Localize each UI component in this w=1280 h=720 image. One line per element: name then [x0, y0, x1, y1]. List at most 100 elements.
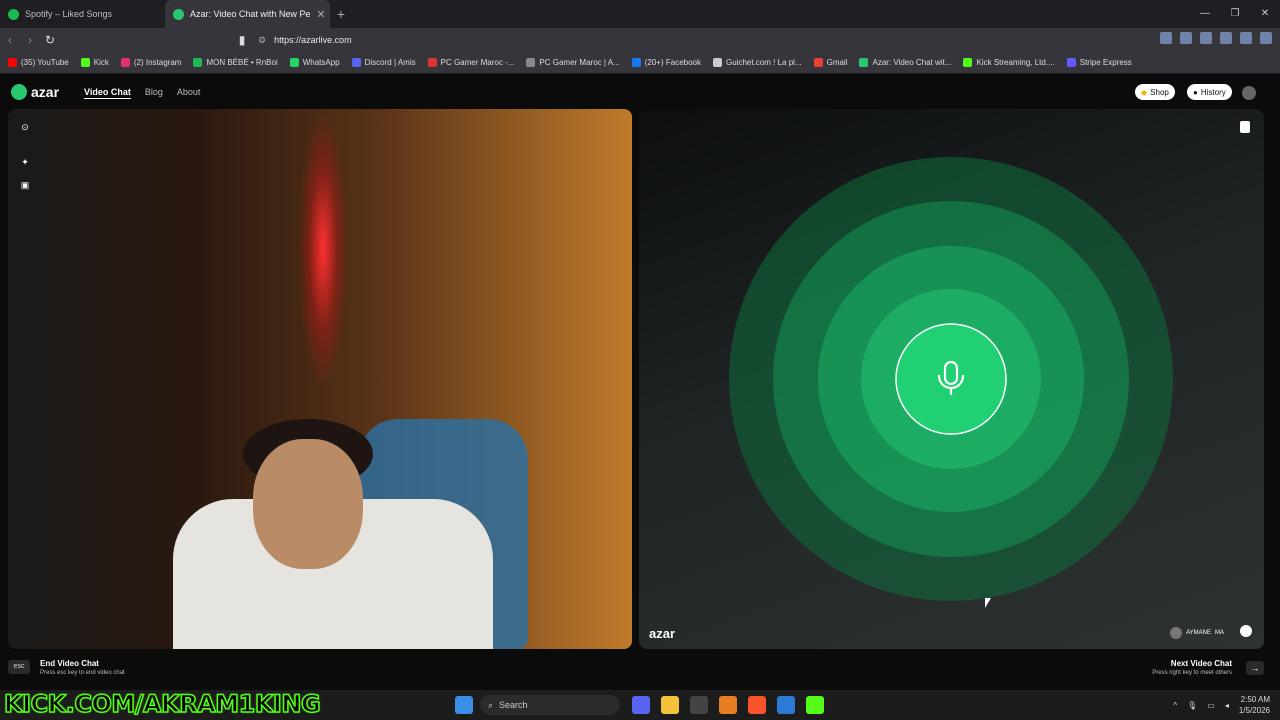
bookmark-favicon-icon [289, 58, 299, 67]
esc-key-button[interactable]: esc [8, 660, 30, 674]
bookmark-item[interactable]: PC Gamer Maroc -... [427, 58, 514, 67]
nav-about[interactable]: About [177, 87, 201, 97]
bookmark-item[interactable]: MON BÉBÉ • RnBoi [193, 58, 278, 67]
close-window-button[interactable]: ✕ [1250, 0, 1280, 28]
bookmark-item[interactable]: Gmail [813, 58, 847, 67]
nav-blog[interactable]: Blog [145, 87, 163, 97]
site-nav: Video Chat Blog About [84, 87, 200, 97]
sidebar-icon[interactable] [1220, 32, 1232, 44]
explorer-app-icon[interactable] [661, 696, 679, 714]
gem-icon: ◆ [1141, 87, 1148, 97]
camera-switch-icon[interactable]: ⊙ [20, 122, 30, 132]
reload-button[interactable]: ↻ [40, 33, 60, 47]
bookmark-icon[interactable]: ▮ [232, 33, 252, 47]
bookmark-favicon-icon [427, 58, 437, 67]
mic-button[interactable] [895, 323, 1007, 435]
next-arrow-button[interactable]: → [1246, 661, 1264, 675]
peer-avatar [1170, 627, 1183, 639]
bookmarks-bar: (35) YouTube Kick (2) Instagram MON BÉBÉ • … [0, 52, 1280, 74]
bookmark-item[interactable]: Discord | Amis [351, 58, 416, 67]
azar-logo[interactable]: azar [11, 84, 59, 100]
tab-label: Azar: Video Chat with New Pe [190, 9, 311, 19]
bookmark-favicon-icon [80, 58, 90, 67]
close-tab-icon[interactable]: ✕ [316, 8, 325, 21]
azar-watermark: azar [649, 626, 676, 641]
back-button[interactable]: ‹ [0, 33, 20, 47]
effects-icon[interactable]: ✦ [20, 157, 30, 167]
steam-app-icon[interactable] [690, 696, 708, 714]
report-icon[interactable] [1240, 121, 1250, 133]
tab-spotify[interactable]: Spotify – Liked Songs [0, 0, 165, 28]
bookmark-item[interactable]: WhatsApp [289, 58, 340, 67]
extension-icon[interactable] [1200, 32, 1212, 44]
bookmark-favicon-icon [120, 58, 130, 67]
system-tray: ^ 🎙 ▭ ◂ 2:50 AM 1/5/2026 [1173, 694, 1270, 716]
peer-name: AYMANE [1186, 630, 1211, 636]
nav-video-chat[interactable]: Video Chat [84, 87, 131, 97]
end-subtitle: Press esc key to end video chat [40, 670, 125, 676]
bookmark-item[interactable]: Stripe Express [1066, 58, 1132, 67]
next-video-chat[interactable]: Next Video Chat Press right key to meet … [1152, 659, 1232, 676]
bookmark-item[interactable]: Guichet.com ! La pl... [713, 58, 802, 67]
bookmark-item[interactable]: Kick [80, 58, 109, 67]
person-head [253, 439, 363, 569]
filter-icon[interactable]: ▣ [20, 180, 30, 190]
bookmark-item[interactable]: PC Gamer Maroc | A... [526, 58, 620, 67]
profile-avatar[interactable] [1242, 86, 1256, 100]
chat-bubble-icon[interactable] [1240, 625, 1252, 637]
kick-app-icon[interactable] [806, 696, 824, 714]
bookmark-favicon-icon [8, 58, 17, 67]
taskbar-search[interactable]: ⌕ Search [480, 695, 620, 715]
tab-azar[interactable]: Azar: Video Chat with New Pe ✕ [165, 0, 330, 28]
menu-icon[interactable] [1260, 32, 1272, 44]
clock-icon: ● [1193, 87, 1198, 97]
app-icon[interactable] [719, 696, 737, 714]
bookmark-item[interactable]: (35) YouTube [8, 58, 69, 67]
bookmark-item[interactable]: Azar: Video Chat wit... [859, 58, 951, 67]
end-title: End Video Chat [40, 659, 99, 668]
partner-video-panel: azar AYMANE MA [639, 109, 1264, 649]
tab-label: Spotify – Liked Songs [25, 9, 113, 19]
url-field[interactable]: ⚙ https://azarlive.com [258, 31, 978, 49]
new-tab-button[interactable]: + [330, 6, 352, 22]
bookmark-favicon-icon [526, 58, 536, 67]
mic-tray-icon[interactable]: 🎙 [1187, 701, 1197, 710]
browser-toolbar-icons [1160, 32, 1272, 44]
volume-icon[interactable]: ◂ [1225, 701, 1229, 710]
peer-info: AYMANE MA [1170, 627, 1224, 639]
next-subtitle: Press right key to meet others [1152, 670, 1232, 676]
window-controls: — ❐ ✕ [1190, 0, 1280, 28]
history-button[interactable]: ● History [1187, 84, 1232, 100]
extension-icon[interactable] [1180, 32, 1192, 44]
windows-start-icon[interactable] [455, 696, 473, 714]
bookmark-item[interactable]: (2) Instagram [120, 58, 181, 67]
azar-icon [173, 8, 184, 20]
minimize-button[interactable]: — [1190, 0, 1220, 28]
azar-logo-icon [11, 84, 27, 100]
store-app-icon[interactable] [777, 696, 795, 714]
discord-app-icon[interactable] [632, 696, 650, 714]
pinned-apps [632, 696, 824, 714]
end-video-chat[interactable]: End Video Chat Press esc key to end vide… [40, 659, 125, 676]
search-icon: ⌕ [488, 699, 494, 710]
bookmark-favicon-icon [351, 58, 361, 67]
brave-app-icon[interactable] [748, 696, 766, 714]
extension-icon[interactable] [1160, 32, 1172, 44]
bookmark-item[interactable]: (20+) Facebook [631, 58, 701, 67]
self-video-panel: ⊙ ✦ ▣ [8, 109, 632, 649]
site-info-icon[interactable]: ⚙ [258, 35, 266, 46]
bookmark-favicon-icon [859, 58, 869, 67]
clock[interactable]: 2:50 AM 1/5/2026 [1239, 694, 1270, 716]
taskbar-icons [455, 696, 473, 714]
bookmark-item[interactable]: Kick Streaming, Ltd.... [963, 58, 1055, 67]
maximize-button[interactable]: ❐ [1220, 0, 1250, 28]
network-icon[interactable]: ▭ [1207, 701, 1215, 710]
next-title: Next Video Chat [1170, 659, 1232, 668]
wallet-icon[interactable] [1240, 32, 1252, 44]
forward-button[interactable]: › [20, 33, 40, 47]
chevron-up-icon[interactable]: ^ [1173, 701, 1177, 710]
chat-controls: esc End Video Chat Press esc key to end … [0, 650, 1280, 688]
peer-country: MA [1215, 630, 1224, 636]
bookmark-favicon-icon [963, 58, 973, 67]
shop-button[interactable]: ◆ Shop [1135, 84, 1175, 100]
